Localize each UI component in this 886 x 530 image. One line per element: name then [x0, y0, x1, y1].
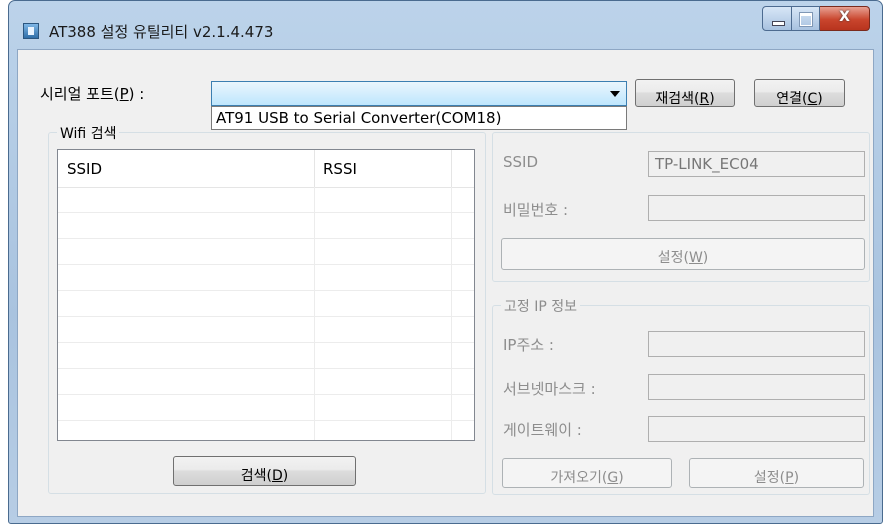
fetch-button[interactable]: 가져오기(G): [502, 458, 672, 488]
static-ip-set-label-key: P: [785, 470, 794, 486]
column-divider[interactable]: [451, 150, 452, 187]
ip-address-field[interactable]: [648, 331, 865, 357]
wifi-list-header: SSID RSSI: [58, 150, 474, 188]
wifi-set-label-key: W: [688, 250, 703, 266]
dialog-client-area: 시리얼 포트(P) : AT91 USB to Serial Converter…: [17, 49, 874, 517]
connect-label-key: C: [807, 91, 818, 107]
password-label: 비밀번호 :: [503, 201, 569, 219]
connect-button[interactable]: 연결(C): [754, 79, 845, 107]
gateway-field[interactable]: [648, 416, 865, 442]
serial-port-label: 시리얼 포트(P) :: [40, 83, 144, 104]
list-item[interactable]: [58, 239, 474, 265]
close-icon: X: [839, 9, 850, 25]
static-ip-group-title: 고정 IP 정보: [501, 296, 580, 316]
serial-port-label-key: P: [119, 85, 129, 103]
list-item[interactable]: [58, 395, 474, 421]
title-bar[interactable]: AT388 설정 유틸리티 v2.1.4.473 X: [9, 1, 882, 49]
caption-buttons: X: [762, 6, 870, 32]
fetch-label-prefix: 가져오기(: [550, 470, 608, 486]
search-button-label: 검색(D): [241, 464, 288, 484]
static-ip-set-label-prefix: 설정(: [753, 470, 786, 486]
fetch-label-key: G: [607, 470, 619, 486]
gateway-label: 게이트웨이 :: [503, 421, 582, 439]
rescan-label-suffix: ): [709, 91, 715, 107]
app-window: AT388 설정 유틸리티 v2.1.4.473 X 시리얼 포트(P) : A…: [8, 0, 883, 524]
close-button[interactable]: X: [820, 6, 870, 31]
connect-label-suffix: ): [817, 91, 823, 107]
wifi-set-button[interactable]: 설정(W): [501, 238, 865, 270]
wifi-set-label-suffix: ): [702, 250, 709, 266]
search-button[interactable]: 검색(D): [173, 456, 356, 486]
wifi-scan-group-title: Wifi 검색: [57, 123, 120, 143]
ip-address-label: IP주소 :: [503, 336, 554, 354]
ssid-field[interactable]: TP-LINK_EC04: [648, 151, 865, 177]
subnet-mask-label: 서브넷마스크 :: [503, 380, 596, 398]
list-item[interactable]: [58, 369, 474, 395]
search-label-suffix: ): [282, 468, 289, 484]
minimize-button[interactable]: [762, 6, 792, 31]
chevron-down-icon[interactable]: [610, 91, 620, 97]
fetch-label-suffix: ): [618, 470, 624, 486]
ssid-label: SSID: [503, 153, 539, 171]
subnet-mask-field[interactable]: [648, 374, 865, 400]
minimize-icon: [772, 21, 785, 26]
connect-label-prefix: 연결(: [776, 91, 808, 107]
list-item[interactable]: [58, 291, 474, 317]
serial-port-option[interactable]: AT91 USB to Serial Converter(COM18): [216, 109, 501, 127]
search-label-prefix: 검색(: [240, 468, 272, 484]
maximize-icon: [800, 13, 812, 26]
rescan-button[interactable]: 재검색(R): [635, 79, 735, 107]
connect-button-label: 연결(C): [776, 87, 822, 107]
column-header-ssid[interactable]: SSID: [67, 160, 102, 178]
wifi-scan-list[interactable]: SSID RSSI: [57, 149, 475, 441]
column-divider[interactable]: [314, 150, 315, 187]
ssid-value: TP-LINK_EC04: [655, 155, 759, 173]
static-ip-set-button-label: 설정(P): [754, 466, 799, 486]
rescan-label-key: R: [699, 91, 710, 107]
serial-port-dropdown-list: AT91 USB to Serial Converter(COM18): [211, 106, 627, 130]
wifi-set-label-prefix: 설정(: [657, 250, 689, 266]
list-item[interactable]: [58, 213, 474, 239]
rescan-label-prefix: 재검색(: [655, 91, 700, 107]
app-icon[interactable]: [23, 23, 39, 39]
static-ip-set-label-suffix: ): [793, 470, 800, 486]
search-label-key: D: [271, 468, 283, 484]
serial-port-label-suffix: ) :: [128, 85, 145, 103]
rescan-button-label: 재검색(R): [655, 87, 714, 107]
password-field[interactable]: [648, 195, 865, 221]
list-item[interactable]: [58, 265, 474, 291]
serial-port-combobox[interactable]: [211, 81, 627, 106]
list-item[interactable]: [58, 343, 474, 369]
maximize-button[interactable]: [792, 6, 820, 31]
serial-port-label-prefix: 시리얼 포트(: [40, 85, 120, 103]
static-ip-set-button[interactable]: 설정(P): [689, 458, 864, 488]
window-title: AT388 설정 유틸리티 v2.1.4.473: [49, 23, 274, 41]
column-header-rssi[interactable]: RSSI: [323, 160, 357, 178]
list-item[interactable]: [58, 187, 474, 213]
list-item[interactable]: [58, 317, 474, 343]
fetch-button-label: 가져오기(G): [550, 466, 623, 486]
wifi-set-button-label: 설정(W): [658, 246, 709, 266]
